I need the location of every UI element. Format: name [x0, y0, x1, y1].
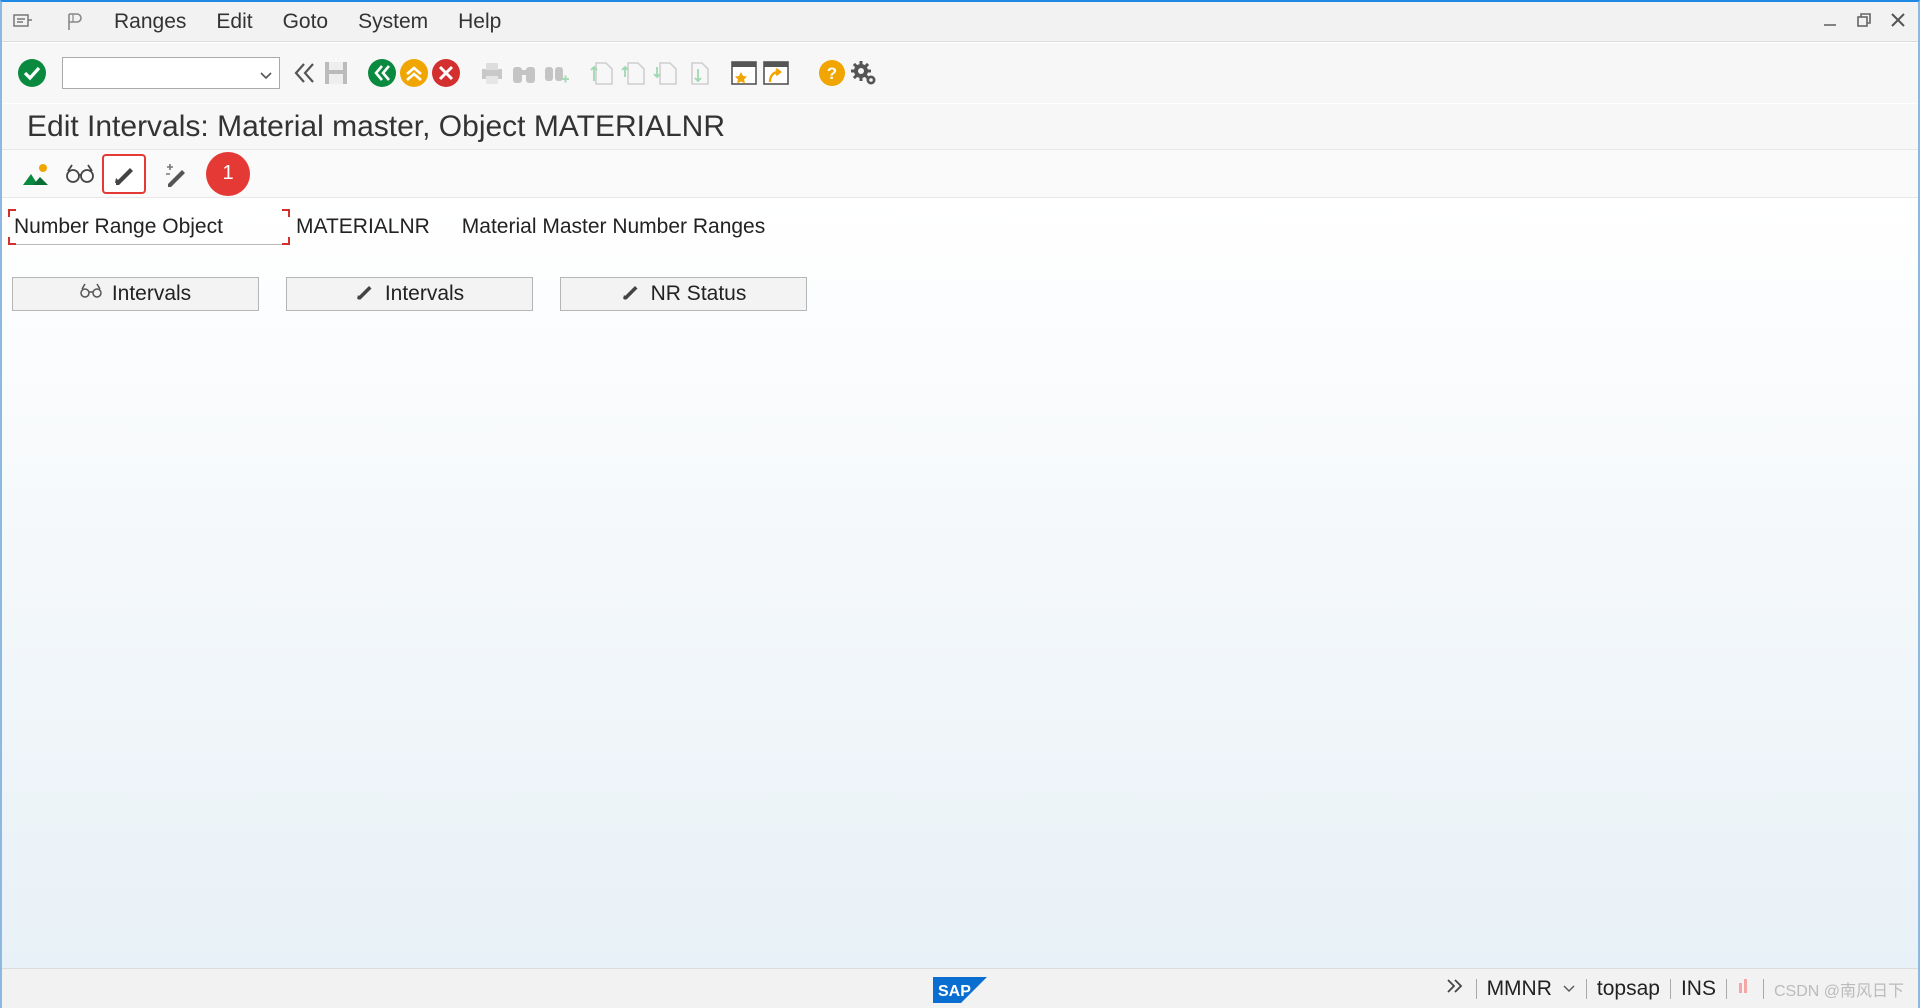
watermark: CSDN @南风日下: [1773, 983, 1904, 1000]
display-intervals-button[interactable]: Intervals: [12, 277, 259, 311]
first-page-icon[interactable]: [586, 57, 618, 89]
annotation-callout: 1: [206, 151, 250, 196]
command-field[interactable]: [62, 57, 280, 89]
exit-icon[interactable]: [398, 57, 430, 89]
focus-corner: [8, 237, 16, 245]
page-title: Edit Intervals: Material master, Object …: [27, 110, 725, 143]
sap-window: Ranges Edit Goto System Help ? Edit Inte…: [0, 0, 1920, 1008]
chevron-down-icon[interactable]: [259, 66, 273, 87]
field-label-focused[interactable]: Number Range Object: [8, 209, 290, 245]
minimize-icon[interactable]: [1820, 10, 1840, 30]
display-icon[interactable]: [58, 154, 102, 194]
separator: [1585, 979, 1587, 999]
glasses-icon: [80, 282, 102, 306]
change-icon[interactable]: [102, 153, 146, 194]
settings-icon[interactable]: [848, 57, 880, 89]
sap-logo: SAP: [933, 977, 987, 1003]
main-content: Number Range Object MATERIALNR Material …: [2, 199, 1918, 970]
number-range-object-value: MATERIALNR: [296, 215, 430, 238]
next-page-icon[interactable]: [650, 57, 682, 89]
nr-status-button[interactable]: NR Status: [560, 277, 807, 311]
focus-corner: [282, 237, 290, 245]
shortcut-icon[interactable]: [760, 57, 792, 89]
number-range-object-description: Material Master Number Ranges: [461, 215, 766, 238]
cancel-icon[interactable]: [430, 57, 462, 89]
separator: [1475, 979, 1477, 999]
change-intervals-button[interactable]: Intervals: [286, 277, 533, 311]
number-range-object-label: Number Range Object: [14, 214, 223, 238]
svg-text:SAP: SAP: [938, 983, 971, 1000]
transaction-code: MMNR: [1486, 977, 1552, 1000]
server-name: topsap: [1596, 977, 1660, 1000]
system-menu-icon[interactable]: [12, 11, 34, 33]
menu-edit[interactable]: Edit: [216, 10, 252, 34]
insert-mode: INS: [1680, 977, 1716, 1000]
menu-goto[interactable]: Goto: [283, 10, 329, 34]
overview-icon[interactable]: [14, 154, 58, 194]
menu-system[interactable]: System: [358, 10, 428, 34]
help-icon[interactable]: ?: [816, 57, 848, 89]
enter-icon[interactable]: [16, 57, 48, 89]
chevron-down-icon[interactable]: [1562, 977, 1576, 1001]
back-double-icon[interactable]: [288, 57, 320, 89]
standard-toolbar: ?: [2, 43, 1918, 103]
last-page-icon[interactable]: [682, 57, 714, 89]
button-label: Intervals: [384, 282, 465, 305]
separator: [1669, 979, 1671, 999]
separator: [1725, 979, 1727, 999]
restore-icon[interactable]: [1854, 10, 1874, 30]
menu-bar: Ranges Edit Goto System Help: [2, 2, 1918, 42]
pencil-icon: [621, 281, 641, 307]
find-next-icon[interactable]: [540, 57, 572, 89]
new-session-icon[interactable]: [728, 57, 760, 89]
back-icon[interactable]: [366, 57, 398, 89]
print-icon[interactable]: [476, 57, 508, 89]
window-controls: [1820, 10, 1908, 30]
expand-status-icon[interactable]: [1444, 977, 1466, 1001]
separator: [1762, 979, 1764, 999]
button-label: NR Status: [650, 282, 747, 305]
save-icon[interactable]: [320, 57, 352, 89]
button-label: Intervals: [111, 282, 192, 305]
menu-help[interactable]: Help: [458, 10, 501, 34]
find-icon[interactable]: [508, 57, 540, 89]
maintain-icon[interactable]: [154, 154, 198, 194]
pencil-icon: [355, 281, 375, 307]
title-bar: Edit Intervals: Material master, Object …: [2, 104, 1918, 150]
previous-page-icon[interactable]: [618, 57, 650, 89]
svg-text:?: ?: [827, 64, 837, 83]
focus-corner: [8, 209, 16, 217]
close-icon[interactable]: [1888, 10, 1908, 30]
status-bar: SAP MMNR topsap INS CSDN @南风日下: [2, 968, 1918, 1008]
personalize-icon[interactable]: [64, 11, 86, 33]
menu-ranges[interactable]: Ranges: [114, 10, 186, 34]
application-toolbar: 1: [2, 150, 1918, 198]
performance-icon: [1737, 977, 1753, 1001]
status-info: MMNR topsap INS CSDN @南风日下: [1444, 975, 1904, 1003]
focus-corner: [282, 209, 290, 217]
object-row: Number Range Object MATERIALNR Material …: [8, 209, 765, 245]
action-buttons: Intervals Intervals NR Status: [12, 277, 807, 311]
